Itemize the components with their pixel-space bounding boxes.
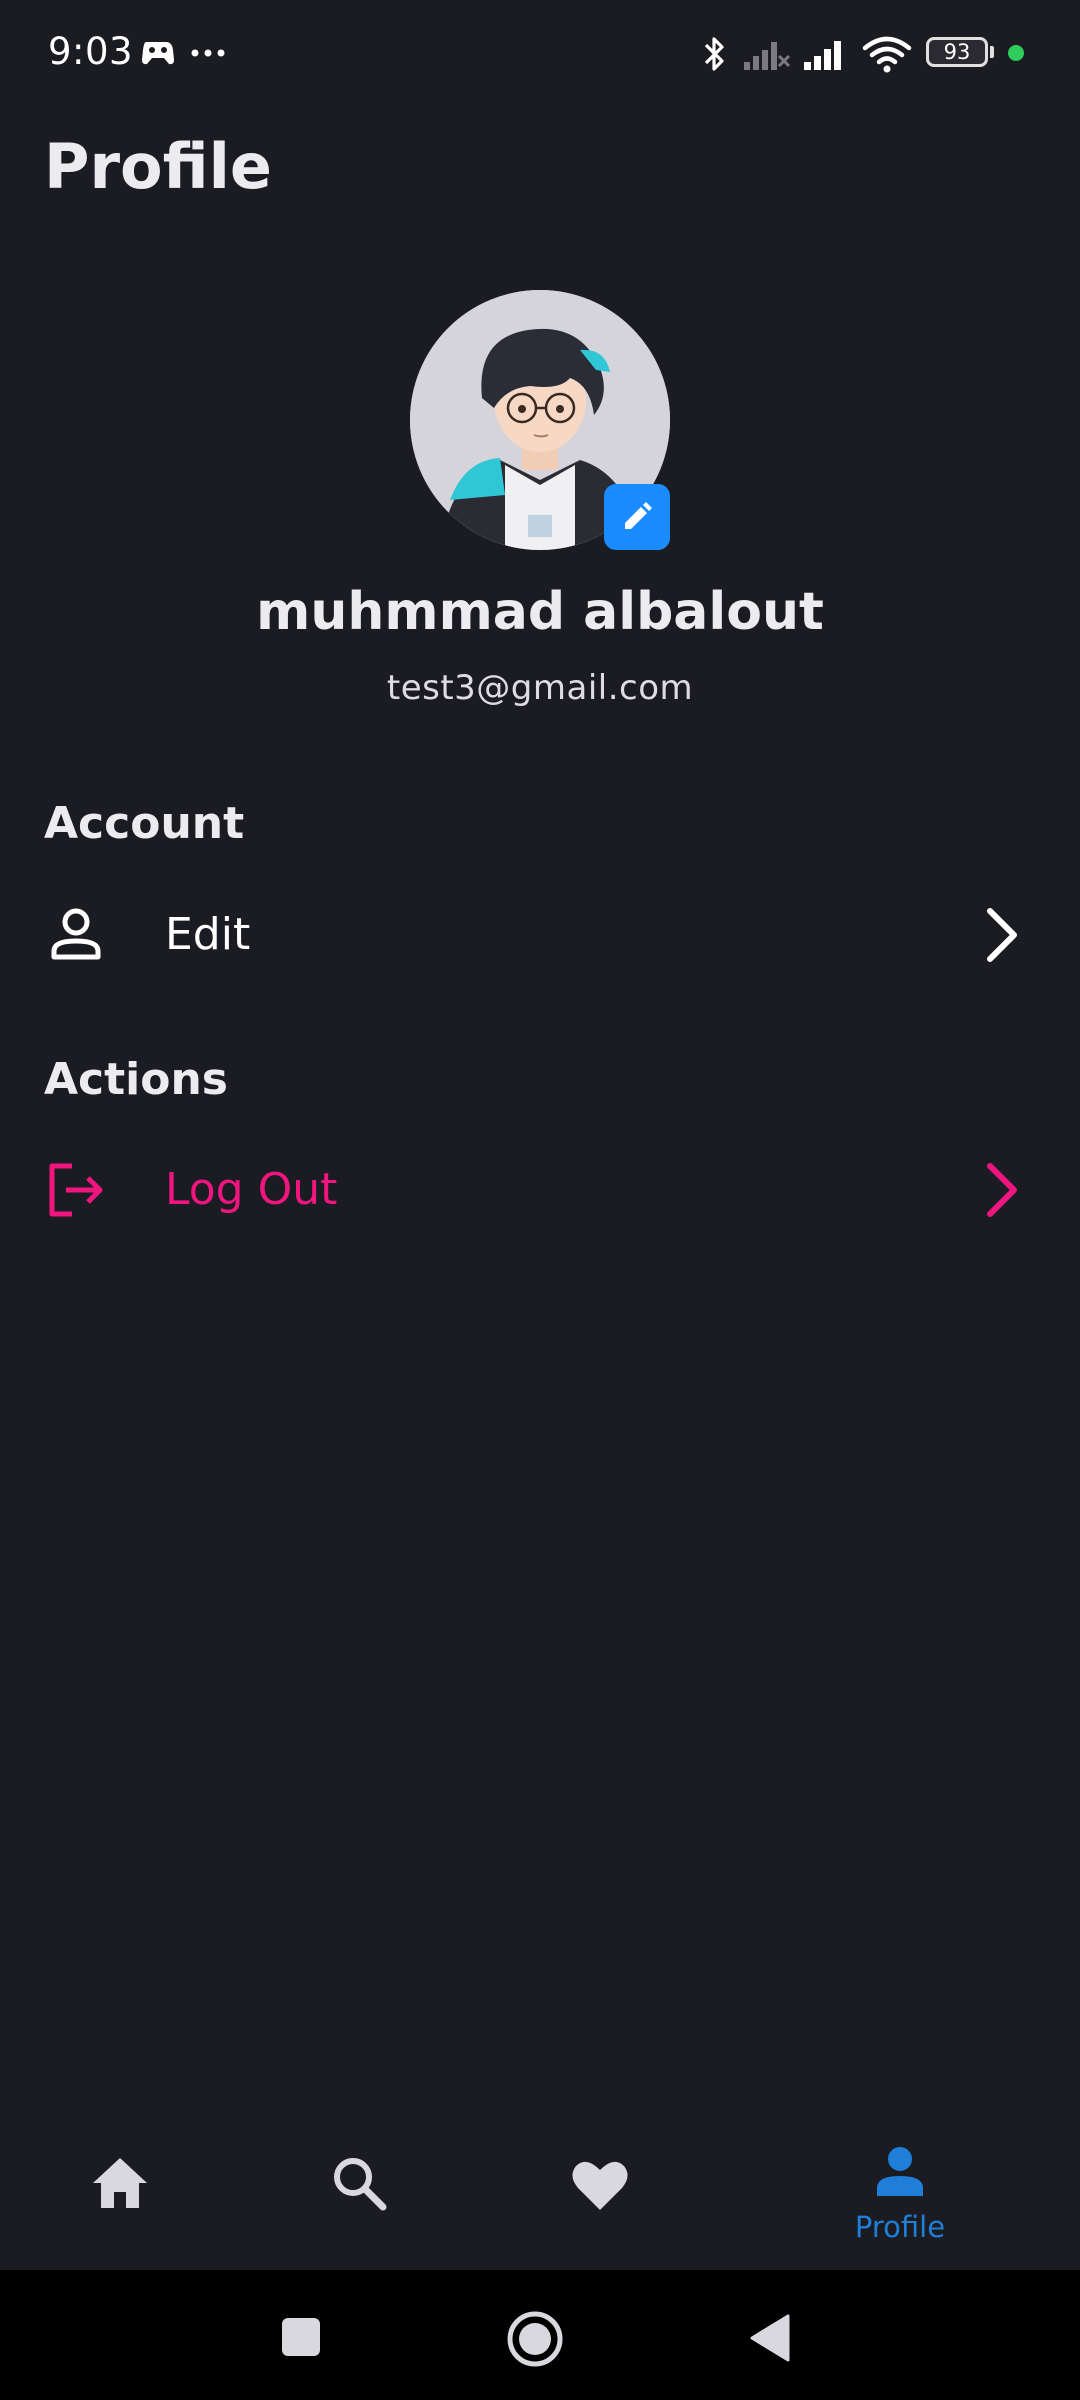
active-indicator-dot [1008,45,1024,61]
signal-icon [804,41,841,70]
battery-icon: 93 [926,37,988,67]
section-title-account: Account [44,798,245,849]
home-circle-icon[interactable] [506,2310,564,2368]
chevron-right-icon [987,908,1017,962]
game-controller-icon [142,42,174,65]
bottom-navigation: Profile [0,2120,1080,2270]
menu-item-label: Log Out [165,1164,338,1215]
signal-off-icon [744,42,791,70]
status-time: 9:03 [48,30,134,73]
back-triangle-icon[interactable] [748,2314,792,2362]
search-icon [334,2158,387,2211]
menu-item-logout[interactable]: Log Out [0,1130,1080,1250]
battery-tip [990,46,994,58]
recents-square-icon[interactable] [280,2316,322,2358]
nav-item-favorites[interactable] [500,2120,700,2270]
more-dots-icon [191,49,225,57]
user-name: muhmmad albalout [256,582,824,642]
person-icon [51,908,101,960]
menu-item-label: Edit [165,909,251,960]
bluetooth-icon [704,37,724,71]
pencil-icon [625,502,652,529]
section-title-actions: Actions [44,1054,228,1105]
nav-item-search[interactable] [258,2120,458,2270]
wifi-icon [862,36,912,73]
nav-label-profile: Profile [854,2210,946,2244]
nav-item-home[interactable] [20,2120,220,2270]
avatar-container [410,290,670,550]
chevron-right-icon [987,1163,1017,1217]
profile-icon [877,2147,923,2196]
logout-icon [49,1163,103,1217]
menu-item-edit[interactable]: Edit [0,875,1080,995]
status-bar: 9:03 93 [0,0,1080,108]
page-title: Profile [44,130,272,203]
edit-avatar-button[interactable] [604,484,670,550]
user-email: test3@gmail.com [386,668,694,708]
heart-icon [572,2161,628,2210]
system-navigation-bar [0,2270,1080,2400]
nav-item-profile[interactable]: Profile [800,2120,1000,2270]
profile-screen: 9:03 93 Profile muhmmad albalout test3@g… [0,0,1080,2400]
home-icon [93,2158,147,2208]
